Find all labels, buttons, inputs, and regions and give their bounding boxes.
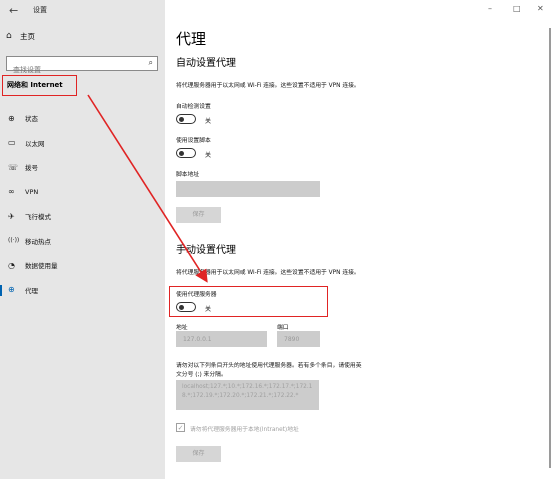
toggle-knob [179, 116, 184, 122]
annotation-box-network [2, 75, 77, 96]
address-input[interactable] [176, 331, 267, 347]
sidebar-item-vpn[interactable]: ∞ VPN [0, 180, 165, 205]
search-icon[interactable]: ⌕ [149, 58, 153, 68]
data-usage-icon: ◔ [8, 260, 15, 270]
auto-save-button[interactable]: 保存 [176, 207, 221, 223]
annotation-box-use-proxy [169, 286, 328, 317]
sidebar-item-status[interactable]: ⊕ 状态 [0, 106, 165, 131]
exceptions-description-line2: 文分号 (;) 来分隔。 [176, 372, 227, 378]
globe-proxy-icon: ⊕ [8, 285, 15, 295]
auto-proxy-description: 将代理服务器用于以太网或 Wi-Fi 连接。这些设置不适用于 VPN 连接。 [176, 83, 360, 89]
sidebar-item-label: VPN [25, 187, 39, 196]
globe-status-icon: ⊕ [8, 113, 15, 123]
airplane-icon: ✈ [8, 211, 15, 221]
sidebar-item-label: 以太网 [25, 139, 45, 148]
sidebar-item-label: 状态 [25, 115, 38, 124]
vpn-icon: ∞ [8, 187, 15, 197]
search-box[interactable]: ⌕ [6, 56, 158, 77]
sidebar-item-dialup[interactable]: ☏ 拨号 [0, 155, 165, 180]
manual-save-button[interactable]: 保存 [176, 446, 221, 462]
manual-proxy-description: 将代理服务器用于以太网或 Wi-Fi 连接。这些设置不适用于 VPN 连接。 [176, 270, 360, 276]
dialup-icon: ☏ [8, 162, 19, 172]
manual-proxy-heading: 手动设置代理 [176, 245, 236, 256]
address-label: 地址 [176, 325, 188, 331]
sidebar-item-proxy[interactable]: ⊕ 代理 [0, 278, 165, 303]
auto-proxy-heading: 自动设置代理 [176, 58, 236, 69]
main-panel: 代理 自动设置代理 将代理服务器用于以太网或 Wi-Fi 连接。这些设置不适用于… [176, 0, 553, 479]
sidebar-item-label: 飞行模式 [25, 213, 51, 222]
back-arrow-icon[interactable]: ← [9, 4, 18, 17]
sidebar-item-label: 移动热点 [25, 237, 51, 246]
sidebar-item-label: 拨号 [25, 164, 38, 173]
app-title: 设置 [33, 6, 47, 14]
sidebar-item-hotspot[interactable]: ((·)) 移动热点 [0, 229, 165, 254]
exceptions-description-line1: 请勿对以下列条目开头的地址使用代理服务器。若有多个条目，请使用英 [176, 363, 362, 369]
auto-detect-toggle[interactable] [176, 114, 196, 124]
setup-script-state: 关 [205, 152, 212, 159]
scrollbar[interactable] [549, 28, 551, 468]
local-bypass-checkbox[interactable]: ✓ [176, 423, 185, 432]
nav-home-label: 主页 [20, 31, 35, 41]
page-title: 代理 [176, 30, 207, 48]
local-bypass-label: 请勿将代理服务器用于本地(Intranet)地址 [190, 427, 299, 433]
setup-script-toggle[interactable] [176, 148, 196, 158]
sidebar-item-airplane[interactable]: ✈ 飞行模式 [0, 204, 165, 229]
port-label: 端口 [277, 325, 289, 331]
auto-detect-label: 自动检测设置 [176, 104, 211, 110]
hotspot-icon: ((·)) [8, 237, 20, 245]
sidebar: ← 设置 ⌂ 主页 ⌕ 网络和 Internet ⊕ 状态 ▭ 以太网 ☏ 拨号… [0, 0, 165, 479]
sidebar-item-label: 数据使用量 [25, 262, 58, 271]
script-address-input[interactable] [176, 181, 320, 197]
exceptions-input[interactable]: localhost;127.*;10.*;172.16.*;172.17.*;1… [176, 380, 319, 410]
script-address-label: 脚本地址 [176, 172, 200, 178]
sidebar-item-ethernet[interactable]: ▭ 以太网 [0, 131, 165, 156]
ethernet-icon: ▭ [8, 138, 16, 148]
sidebar-item-data-usage[interactable]: ◔ 数据使用量 [0, 253, 165, 278]
toggle-knob [179, 150, 184, 156]
auto-detect-state: 关 [205, 118, 212, 125]
nav-list: ⊕ 状态 ▭ 以太网 ☏ 拨号 ∞ VPN ✈ 飞行模式 ((·)) 移动热点 … [0, 106, 165, 302]
setup-script-label: 使用设置脚本 [176, 138, 211, 144]
sidebar-item-label: 代理 [25, 286, 38, 295]
nav-home[interactable]: ⌂ 主页 [6, 28, 35, 44]
home-icon: ⌂ [6, 31, 12, 41]
port-input[interactable] [277, 331, 320, 347]
